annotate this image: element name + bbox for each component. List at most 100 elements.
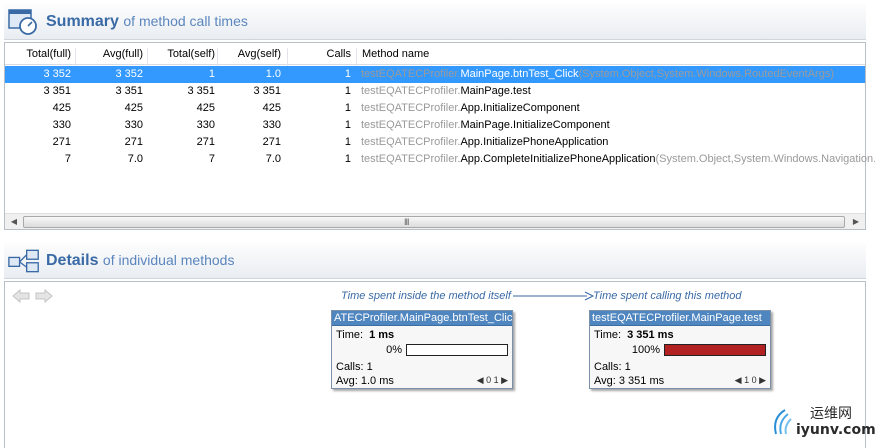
details-pane: Time spent inside the method itself Time… [4,281,866,448]
card-pager-text: 1 0 [744,375,757,385]
cell-avg-full: 330 [124,119,143,131]
column-separator[interactable] [356,48,357,66]
horizontal-scrollbar[interactable]: ◀ III ▶ [5,213,865,229]
method-signature: (System.Object,System.Windows.Navigation… [655,153,875,165]
cell-total-full: 3 351 [43,85,71,97]
method-namespace: testEQATECProfiler. [361,136,461,148]
card-percent: 0% [386,344,402,356]
back-arrow-icon[interactable] [11,288,31,304]
cell-total-self: 425 [196,102,215,114]
table-row[interactable]: 425 425 425 425 1 testEQATECProfiler.App.Init… [5,100,865,117]
card-calls-value: 1 [366,361,373,373]
method-member: App.InitializeComponent [460,102,580,114]
method-summary-grid: Total(full) Avg(full) Total(self) Avg(se… [4,42,875,230]
summary-title-bold: Summary [46,13,119,30]
card-calls: Calls: 1 [594,361,631,373]
column-avg-full[interactable]: Avg(full) [75,48,143,60]
method-member: MainPage.btnTest_Click [460,68,579,80]
cell-total-self: 7 [208,153,215,165]
column-avg-self[interactable]: Avg(self) [211,48,281,60]
method-member: MainPage.test [460,85,531,97]
cell-calls: 1 [344,153,351,165]
cell-avg-self: 330 [262,119,281,131]
cell-calls: 1 [344,85,351,97]
card-title[interactable]: testEQATECProfiler.MainPage.test [590,311,770,326]
card-percent: 100% [631,344,660,356]
stopwatch-window-icon [8,9,37,35]
method-namespace: testEQATECProfiler. [361,85,461,97]
cell-avg-full: 3 351 [115,85,143,97]
card-avg: Avg: 3 351 ms [594,375,664,387]
card-time: Time: 3 351 ms [594,329,674,341]
card-avg: Avg: 1.0 ms [336,375,394,387]
method-namespace: testEQATECProfiler. [361,153,461,165]
card-calls-label: Calls: [336,361,364,373]
card-percent-bar [406,344,508,356]
link-arrow-icon [513,291,595,301]
method-card[interactable]: testEQATECProfiler.MainPage.test Time: 3 3… [589,310,771,389]
cell-method-name: testEQATECProfiler.App.InitializePhoneAp… [361,136,608,148]
card-pager-text: 0 1 [486,375,499,385]
column-separator[interactable] [287,48,288,66]
cell-method-name: testEQATECProfiler.App.CompleteInitializ… [361,153,875,165]
cell-total-self: 3 351 [187,85,215,97]
cell-calls: 1 [344,102,351,114]
details-title: Details of individual methods [46,252,234,270]
details-title-rest: of individual methods [102,252,235,268]
column-method-name[interactable]: Method name [362,48,429,60]
column-total-full[interactable]: Total(full) [9,48,71,60]
cell-avg-full: 271 [124,136,143,148]
cell-total-full: 7 [64,153,71,165]
table-row[interactable]: 271 271 271 271 1 testEQATECProfiler.App.Init… [5,134,865,151]
method-signature: (System.Object,System.Windows.RoutedEven… [578,68,834,80]
cell-total-full: 425 [52,102,71,114]
label-time-calling: Time spent calling this method [593,290,742,302]
details-header: Details of individual methods [4,243,866,279]
cell-method-name: testEQATECProfiler.App.InitializeCompone… [361,102,580,114]
scroll-left-icon[interactable]: ◀ [7,216,21,228]
method-member: App.CompleteInitializePhoneApplication [460,153,656,165]
card-avg-value: 1.0 ms [360,375,394,387]
cell-total-full: 330 [52,119,71,131]
card-calls: Calls: 1 [336,361,373,373]
table-row[interactable]: 330 330 330 330 1 testEQATECProfiler.MainPage… [5,117,865,134]
card-percent-bar [664,344,766,356]
details-title-bold: Details [46,252,99,269]
column-calls[interactable]: Calls [301,48,351,60]
cell-calls: 1 [344,68,351,80]
card-title[interactable]: ATECProfiler.MainPage.btnTest_Click [332,311,512,326]
cell-avg-self: 425 [262,102,281,114]
hierarchy-icon [8,249,39,273]
scroll-thumb[interactable]: III [23,216,845,228]
cell-method-name: testEQATECProfiler.MainPage.btnTest_Clic… [361,68,834,80]
summary-title: Summary of method call times [46,13,248,31]
cell-total-self: 271 [196,136,215,148]
card-percent-fill [665,345,765,355]
cell-total-self: 330 [196,119,215,131]
card-calls-value: 1 [624,361,631,373]
method-namespace: testEQATECProfiler. [361,119,461,131]
watermark-url-text: iyunv.com [796,422,875,438]
cell-avg-self: 3 351 [253,85,281,97]
table-row[interactable]: 3 352 3 352 1 1.0 1 testEQATECProfiler.MainPa… [5,66,865,83]
card-time: Time: 1 ms [336,329,394,341]
table-row[interactable]: 3 351 3 351 3 351 3 351 1 testEQATECProfiler.… [5,83,865,100]
card-pager[interactable]: ◀ 1 0 ▶ [735,375,766,386]
summary-header: Summary of method call times [4,4,866,40]
card-time-label: Time: [336,329,364,341]
cell-method-name: testEQATECProfiler.MainPage.test [361,85,531,97]
card-pager[interactable]: ◀ 0 1 ▶ [477,375,508,386]
forward-arrow-icon[interactable] [34,288,54,304]
card-avg-label: Avg: [594,375,616,387]
cell-avg-full: 3 352 [115,68,143,80]
method-card[interactable]: ATECProfiler.MainPage.btnTest_Click Time:… [331,310,513,389]
cell-avg-full: 7.0 [127,153,143,165]
method-namespace: testEQATECProfiler. [361,68,461,80]
column-total-self[interactable]: Total(self) [145,48,215,60]
cell-total-full: 3 352 [43,68,71,80]
cell-avg-self: 271 [262,136,281,148]
card-time-value: 3 351 ms [627,329,674,341]
cell-avg-self: 7.0 [265,153,281,165]
scroll-right-icon[interactable]: ▶ [849,216,863,228]
table-row[interactable]: 7 7.0 7 7.0 1 testEQATECProfiler.App.Complete… [5,151,875,168]
